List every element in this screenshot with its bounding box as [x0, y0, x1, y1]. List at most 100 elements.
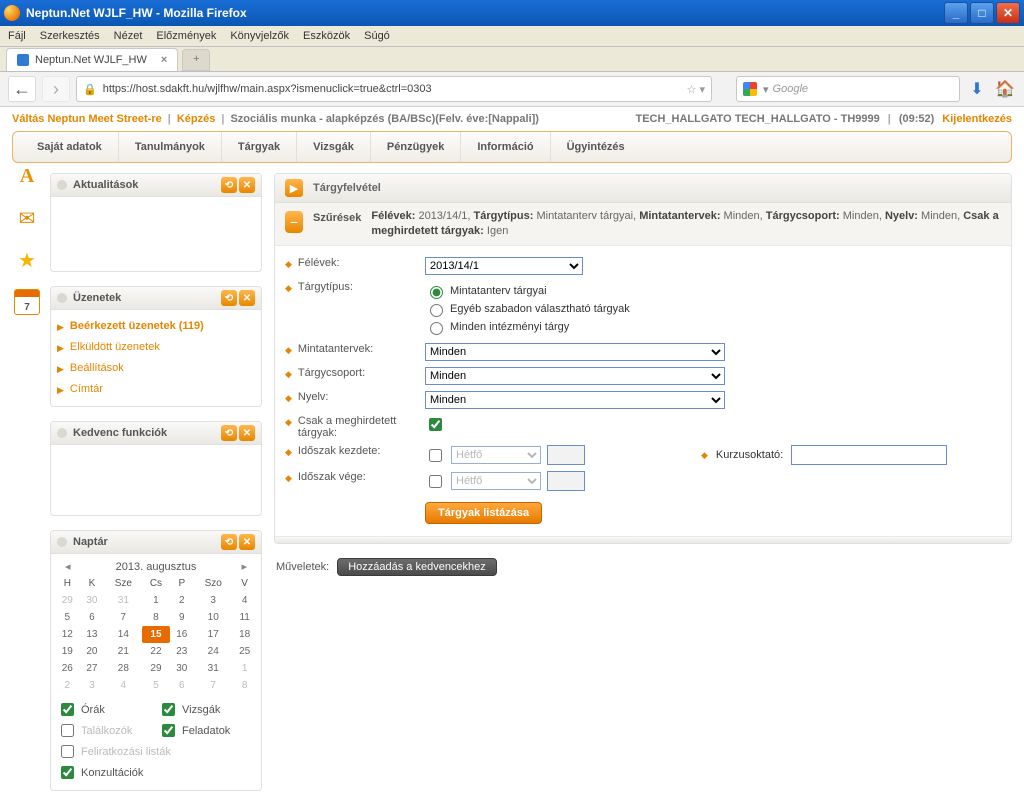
- calendar-day[interactable]: 12: [55, 626, 80, 643]
- menu-file[interactable]: Fájl: [8, 30, 26, 42]
- widget-refresh-icon[interactable]: ⟲: [221, 177, 237, 193]
- calendar-day[interactable]: 11: [232, 609, 257, 626]
- button-targyak-listazasa[interactable]: Tárgyak listázása: [425, 502, 542, 524]
- sidebar-item[interactable]: ▶Beállítások: [55, 358, 257, 379]
- calendar-day[interactable]: 14: [104, 626, 142, 643]
- widget-refresh-icon[interactable]: ⟲: [221, 534, 237, 550]
- nav-vizsgak[interactable]: Vizsgák: [297, 132, 371, 162]
- home-button[interactable]: 🏠: [994, 78, 1016, 100]
- menu-bookmarks[interactable]: Könyvjelzők: [230, 30, 289, 42]
- calendar-day[interactable]: 17: [194, 626, 232, 643]
- calendar-day[interactable]: 20: [80, 643, 105, 660]
- calendar-day[interactable]: 13: [80, 626, 105, 643]
- calcheck-feliratkozasi[interactable]: Feliratkozási listák: [57, 742, 255, 761]
- downloads-button[interactable]: ⬇: [966, 78, 988, 100]
- select-felevek[interactable]: 2013/14/1: [425, 257, 583, 275]
- calendar-day[interactable]: 27: [80, 660, 105, 677]
- url-bar[interactable]: 🔒 https://host.sdakft.hu/wjlfhw/main.asp…: [76, 76, 712, 102]
- cal-prev-button[interactable]: ◂: [61, 560, 75, 573]
- calendar-day[interactable]: 30: [170, 660, 195, 677]
- radio-egyeb[interactable]: Egyéb szabadon választható tárgyak: [425, 301, 1001, 317]
- button-hozzaadas-kedvencekhez[interactable]: Hozzáadás a kedvencekhez: [337, 558, 497, 576]
- nav-targyak[interactable]: Tárgyak: [222, 132, 297, 162]
- window-minimize-button[interactable]: _: [944, 2, 968, 24]
- kepzes-link[interactable]: Képzés: [177, 113, 216, 125]
- calcheck-orak[interactable]: Órák: [57, 700, 154, 719]
- new-tab-button[interactable]: +: [182, 49, 210, 71]
- calendar-day[interactable]: 8: [142, 609, 169, 626]
- nav-penzugyek[interactable]: Pénzügyek: [371, 132, 461, 162]
- calendar-day[interactable]: 7: [194, 677, 232, 694]
- calendar-day[interactable]: 5: [55, 609, 80, 626]
- browser-tab[interactable]: Neptun.Net WJLF_HW ×: [6, 48, 178, 71]
- calendar-day[interactable]: 29: [55, 592, 80, 609]
- menu-history[interactable]: Előzmények: [156, 30, 216, 42]
- radio-minden-intezmenyi[interactable]: Minden intézményi tárgy: [425, 319, 1001, 335]
- calendar-day[interactable]: 5: [142, 677, 169, 694]
- calendar-day[interactable]: 2: [55, 677, 80, 694]
- menu-edit[interactable]: Szerkesztés: [40, 30, 100, 42]
- calendar-day[interactable]: 2: [170, 592, 195, 609]
- widget-close-icon[interactable]: ✕: [239, 425, 255, 441]
- window-maximize-button[interactable]: □: [970, 2, 994, 24]
- calendar-day[interactable]: 3: [194, 592, 232, 609]
- calendar-day[interactable]: 19: [55, 643, 80, 660]
- calendar-day[interactable]: 4: [104, 677, 142, 694]
- menu-help[interactable]: Súgó: [364, 30, 390, 42]
- favorite-icon[interactable]: ★: [14, 247, 40, 273]
- calendar-day[interactable]: 7: [104, 609, 142, 626]
- select-vege-nap[interactable]: Hétfő: [451, 472, 541, 490]
- nav-back-button[interactable]: ←: [8, 76, 36, 102]
- widget-close-icon[interactable]: ✕: [239, 290, 255, 306]
- select-targycsoport[interactable]: Minden: [425, 367, 725, 385]
- input-kurzusoktato[interactable]: [791, 445, 947, 465]
- nav-informacio[interactable]: Információ: [461, 132, 550, 162]
- sidebar-item[interactable]: ▶Beérkezett üzenetek (119): [55, 316, 257, 337]
- calendar-day[interactable]: 26: [55, 660, 80, 677]
- calendar-day[interactable]: 1: [142, 592, 169, 609]
- nav-sajat-adatok[interactable]: Saját adatok: [21, 132, 119, 162]
- sidebar-item[interactable]: ▶Címtár: [55, 379, 257, 400]
- calendar-day[interactable]: 22: [142, 643, 169, 660]
- calendar-day[interactable]: 15: [142, 626, 169, 643]
- widget-close-icon[interactable]: ✕: [239, 177, 255, 193]
- nav-ugyintezes[interactable]: Ügyintézés: [551, 132, 641, 162]
- calendar-day[interactable]: 18: [232, 626, 257, 643]
- checkbox-idoszak-vege[interactable]: [429, 475, 442, 488]
- checkbox-csak-meghirdetett[interactable]: [429, 418, 442, 431]
- widget-refresh-icon[interactable]: ⟲: [221, 290, 237, 306]
- calendar-day[interactable]: 23: [170, 643, 195, 660]
- calendar-day[interactable]: 9: [170, 609, 195, 626]
- browser-search-field[interactable]: ▾ Google: [736, 76, 960, 102]
- widget-refresh-icon[interactable]: ⟲: [221, 425, 237, 441]
- calendar-day[interactable]: 3: [80, 677, 105, 694]
- filter-toggle-icon[interactable]: −: [285, 211, 303, 233]
- logout-link[interactable]: Kijelentkezés: [942, 113, 1012, 125]
- nav-tanulmanyok[interactable]: Tanulmányok: [119, 132, 222, 162]
- calendar-day[interactable]: 10: [194, 609, 232, 626]
- widget-close-icon[interactable]: ✕: [239, 534, 255, 550]
- switch-meetstreet-link[interactable]: Váltás Neptun Meet Street-re: [12, 113, 162, 125]
- select-kezdet-nap[interactable]: Hétfő: [451, 446, 541, 464]
- window-close-button[interactable]: ✕: [996, 2, 1020, 24]
- calcheck-talalkozok[interactable]: Találkozók: [57, 721, 154, 740]
- menu-tools[interactable]: Eszközök: [303, 30, 350, 42]
- nav-forward-button[interactable]: ›: [42, 76, 70, 102]
- mail-icon[interactable]: ✉: [14, 205, 40, 231]
- calendar-day[interactable]: 28: [104, 660, 142, 677]
- calendar-day[interactable]: 1: [232, 660, 257, 677]
- calendar-day[interactable]: 31: [194, 660, 232, 677]
- calendar-day[interactable]: 25: [232, 643, 257, 660]
- calendar-day[interactable]: 21: [104, 643, 142, 660]
- cal-next-button[interactable]: ▸: [237, 560, 251, 573]
- calendar-day[interactable]: 31: [104, 592, 142, 609]
- calendar-day[interactable]: 8: [232, 677, 257, 694]
- calendar-day[interactable]: 16: [170, 626, 195, 643]
- calcheck-konzultaciok[interactable]: Konzultációk: [57, 763, 154, 782]
- sidebar-item[interactable]: ▶Elküldött üzenetek: [55, 337, 257, 358]
- select-nyelv[interactable]: Minden: [425, 391, 725, 409]
- menu-view[interactable]: Nézet: [114, 30, 143, 42]
- calendar-day[interactable]: 4: [232, 592, 257, 609]
- calendar-day[interactable]: 6: [80, 609, 105, 626]
- input-kezdet-ora[interactable]: [547, 445, 585, 465]
